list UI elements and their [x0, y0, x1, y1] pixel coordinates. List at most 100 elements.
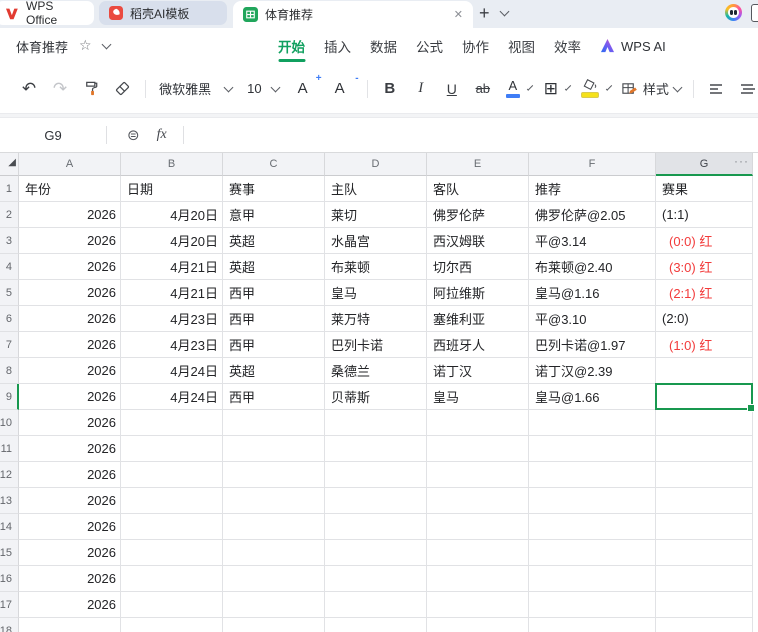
row-header-3[interactable]: 3	[0, 228, 19, 254]
tab-home[interactable]: 开始	[278, 28, 305, 64]
cell-G14[interactable]	[656, 514, 753, 540]
row-header-1[interactable]: 1	[0, 176, 19, 202]
font-color-button[interactable]: A	[505, 79, 520, 98]
cell-A4[interactable]: 2026	[19, 254, 121, 280]
cell-E2[interactable]: 佛罗伦萨	[427, 202, 529, 228]
cell-A15[interactable]: 2026	[19, 540, 121, 566]
cell-A13[interactable]: 2026	[19, 488, 121, 514]
cell-F6[interactable]: 平@3.10	[529, 306, 656, 332]
redo-icon[interactable]: ↷	[49, 76, 71, 102]
cell-G13[interactable]	[656, 488, 753, 514]
cell-C2[interactable]: 意甲	[223, 202, 325, 228]
cell-B16[interactable]	[121, 566, 223, 592]
column-header-E[interactable]: E	[427, 153, 529, 176]
cell-A7[interactable]: 2026	[19, 332, 121, 358]
cell-G7[interactable]: (1:0) 红	[656, 332, 753, 358]
window-control-icon[interactable]	[751, 4, 758, 22]
cell-G10[interactable]	[656, 410, 753, 436]
cell-G1[interactable]: 赛果	[656, 176, 753, 202]
cell-C8[interactable]: 英超	[223, 358, 325, 384]
row-header-4[interactable]: 4	[0, 254, 19, 280]
cell-F12[interactable]	[529, 462, 656, 488]
borders-icon[interactable]: ⊞	[544, 80, 558, 97]
cell-G18[interactable]	[656, 618, 753, 632]
close-icon[interactable]: ✕	[454, 8, 463, 21]
cell-D7[interactable]: 巴列卡诺	[325, 332, 427, 358]
cell-B15[interactable]	[121, 540, 223, 566]
cell-F7[interactable]: 巴列卡诺@1.97	[529, 332, 656, 358]
cell-F5[interactable]: 皇马@1.16	[529, 280, 656, 306]
cell-G15[interactable]	[656, 540, 753, 566]
cell-B10[interactable]	[121, 410, 223, 436]
row-header-8[interactable]: 8	[0, 358, 19, 384]
cell-D2[interactable]: 莱切	[325, 202, 427, 228]
cell-style-button[interactable]: 样式	[621, 79, 683, 98]
wps-ai-button[interactable]: WPS AI	[600, 39, 666, 54]
column-header-A[interactable]: A	[19, 153, 121, 176]
cell-G2[interactable]: (1:1)	[656, 202, 753, 228]
fill-chevron-icon[interactable]	[605, 83, 613, 91]
cell-G11[interactable]	[656, 436, 753, 462]
column-header-F[interactable]: F	[529, 153, 656, 176]
row-header-7[interactable]: 7	[0, 332, 19, 358]
tab-wps-office[interactable]: WPS Office	[0, 0, 94, 27]
cell-C11[interactable]	[223, 436, 325, 462]
cell-E10[interactable]	[427, 410, 529, 436]
tab-efficiency[interactable]: 效率	[554, 28, 581, 64]
cell-E18[interactable]	[427, 618, 529, 632]
cell-F8[interactable]: 诺丁汉@2.39	[529, 358, 656, 384]
underline-button[interactable]: U	[441, 76, 463, 102]
increase-font-size-button[interactable]: A +	[292, 73, 322, 102]
cell-D11[interactable]	[325, 436, 427, 462]
cell-F3[interactable]: 平@3.14	[529, 228, 656, 254]
cell-B5[interactable]: 4月21日	[121, 280, 223, 306]
row-header-15[interactable]: 15	[0, 540, 19, 566]
cell-C16[interactable]	[223, 566, 325, 592]
row-header-13[interactable]: 13	[0, 488, 19, 514]
cell-D10[interactable]	[325, 410, 427, 436]
cell-C14[interactable]	[223, 514, 325, 540]
cell-D18[interactable]	[325, 618, 427, 632]
font-name-select[interactable]: 微软雅黑	[159, 79, 234, 98]
align-top-icon[interactable]	[705, 76, 727, 102]
cell-A3[interactable]: 2026	[19, 228, 121, 254]
new-tab-button[interactable]: +	[479, 2, 490, 24]
row-header-14[interactable]: 14	[0, 514, 19, 540]
cell-B11[interactable]	[121, 436, 223, 462]
cell-A1[interactable]: 年份	[19, 176, 121, 202]
cell-B4[interactable]: 4月21日	[121, 254, 223, 280]
cell-B18[interactable]	[121, 618, 223, 632]
cell-C4[interactable]: 英超	[223, 254, 325, 280]
cell-C10[interactable]	[223, 410, 325, 436]
bold-button[interactable]: B	[379, 76, 401, 102]
cell-A9[interactable]: 2026	[19, 384, 121, 410]
select-all-corner[interactable]: ◢	[0, 153, 19, 176]
column-header-D[interactable]: D	[325, 153, 427, 176]
cell-C17[interactable]	[223, 592, 325, 618]
cell-E4[interactable]: 切尔西	[427, 254, 529, 280]
cell-A5[interactable]: 2026	[19, 280, 121, 306]
cell-E7[interactable]: 西班牙人	[427, 332, 529, 358]
fill-handle[interactable]	[747, 404, 755, 412]
ai-assistant-avatar[interactable]	[725, 4, 742, 21]
cell-A2[interactable]: 2026	[19, 202, 121, 228]
cell-C7[interactable]: 西甲	[223, 332, 325, 358]
cell-D4[interactable]: 布莱顿	[325, 254, 427, 280]
font-size-select[interactable]: 10	[247, 81, 281, 96]
row-header-5[interactable]: 5	[0, 280, 19, 306]
favorite-star-icon[interactable]: ☆	[79, 37, 92, 54]
format-painter-icon[interactable]	[80, 76, 102, 102]
cell-D5[interactable]: 皇马	[325, 280, 427, 306]
cell-F13[interactable]	[529, 488, 656, 514]
cell-G4[interactable]: (3:0) 红	[656, 254, 753, 280]
cell-F14[interactable]	[529, 514, 656, 540]
row-header-12[interactable]: 12	[0, 462, 19, 488]
cell-E11[interactable]	[427, 436, 529, 462]
cell-F1[interactable]: 推荐	[529, 176, 656, 202]
font-color-chevron-icon[interactable]	[526, 83, 533, 91]
cell-C12[interactable]	[223, 462, 325, 488]
cell-F11[interactable]	[529, 436, 656, 462]
cell-A16[interactable]: 2026	[19, 566, 121, 592]
fill-color-button[interactable]	[580, 79, 599, 98]
cell-B7[interactable]: 4月23日	[121, 332, 223, 358]
